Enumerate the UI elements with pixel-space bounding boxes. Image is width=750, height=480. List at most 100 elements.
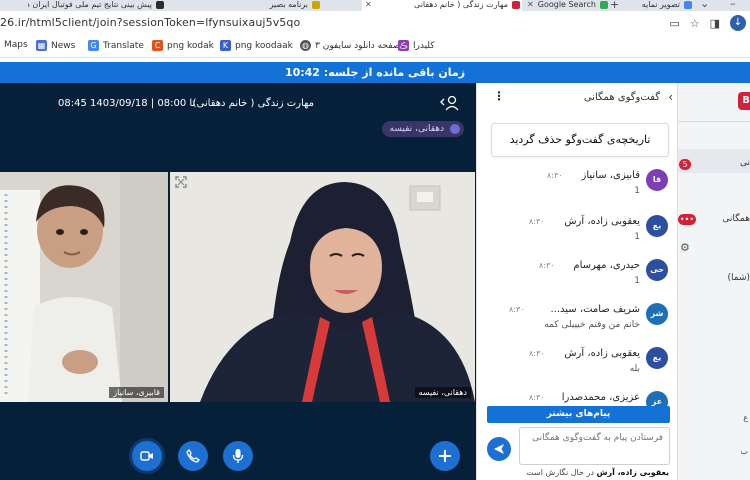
video-tile-presenter[interactable]: دهقانی، نفیسه <box>170 172 475 402</box>
bookmark-maps[interactable]: Maps <box>4 40 28 50</box>
cast-icon[interactable]: ▭ <box>669 17 679 30</box>
message-sender: یعقوبی زاده، آرش <box>564 216 640 227</box>
browser-tab[interactable]: تصویر نمایه <box>618 0 694 11</box>
gear-icon[interactable]: ⚙ <box>680 241 690 254</box>
chat-message-input[interactable] <box>519 427 670 465</box>
chat-message: حی حیدری، مهرسام ۸:۳۰ 1 <box>477 257 678 303</box>
video-tile-student[interactable]: قابیزی، سانیاز <box>0 172 168 402</box>
users-panel: B 5 نی ••• همگانی ⚙ (شما) ع ب <box>677 83 750 480</box>
presenter-chip[interactable]: دهقانی، نفیسه <box>381 121 464 137</box>
camera-toggle-button[interactable] <box>132 441 162 471</box>
news-icon: ▦ <box>36 40 47 51</box>
tab-favicon-icon <box>684 1 692 9</box>
student-video-frame <box>0 172 168 402</box>
bookmark-star-icon[interactable]: ☆ <box>690 17 700 30</box>
session-timer-bar: زمان باقی مانده از جلسه: 10:42 <box>0 62 750 83</box>
profile-avatar-icon[interactable]: ↓ <box>730 15 746 31</box>
tab-favicon-icon <box>312 1 320 9</box>
tile-name-label: قابیزی، سانیاز <box>109 387 164 398</box>
avatar: یع <box>646 215 668 237</box>
message-sender: شریف صامت، سید... <box>550 304 640 315</box>
app-logo-icon: B <box>738 92 750 110</box>
session-title: مهارت زندگی ( خانم دهقانی) <box>192 98 314 109</box>
close-tab-icon[interactable]: ✕ <box>527 0 534 9</box>
keyboard-icon: ڪ <box>398 40 409 51</box>
tab-favicon-icon <box>512 1 520 9</box>
presenter-avatar-icon <box>450 124 460 134</box>
browser-tab[interactable]: برنامه بصیر <box>194 0 322 11</box>
divider <box>678 121 750 122</box>
browser-tab[interactable]: ✕ Google Search <box>524 0 610 11</box>
session-header: 08:45 تا 08:00 | 1403/09/18 مهارت زندگی … <box>0 83 476 123</box>
message-time: ۸:۳۰ <box>529 393 545 402</box>
tile-name-label: دهقانی، نفیسه <box>414 387 471 398</box>
audio-join-button[interactable] <box>178 441 208 471</box>
extensions-icon[interactable]: ◨ <box>710 17 720 30</box>
user-list-entry-icon: ب <box>740 447 748 456</box>
chat-message: قا قابیزی، سانیاز ۸:۳۰ 1 <box>477 167 678 213</box>
message-sender: یعقوبی زاده، آرش <box>564 348 640 359</box>
bookmark-news[interactable]: ▦ News <box>36 40 75 51</box>
message-body: 1 <box>634 186 640 196</box>
message-body: 1 <box>634 232 640 242</box>
address-bar-actions: ▭ ☆ ◨ ↓ <box>669 15 750 31</box>
avatar: عز <box>646 391 668 407</box>
avatar: حی <box>646 259 668 281</box>
tab-search-icon[interactable]: ⌄ <box>700 0 709 10</box>
url-text[interactable]: 26.ir/html5client/join?sessionToken=lfyn… <box>0 16 300 29</box>
bookmark-png-koodaak[interactable]: Kpng koodaak <box>220 40 293 51</box>
send-message-button[interactable] <box>487 437 511 461</box>
kodak-icon: C <box>152 40 163 51</box>
browser-tab-strip: پیش بینی نتایج تیم ملی فوتبال ایران در ب… <box>0 0 750 11</box>
bookmark-png-kodak[interactable]: Cpng kodak <box>152 40 214 51</box>
chat-cleared-notice: تاریخچه‌ی گفت‌وگو حذف گردید <box>491 123 669 157</box>
microphone-icon <box>232 449 244 463</box>
message-time: ۸:۳۰ <box>547 171 563 180</box>
phone-icon <box>186 449 200 463</box>
browser-tab[interactable]: پیش بینی نتایج تیم ملی فوتبال ایران در <box>28 0 166 11</box>
chat-options-icon[interactable]: ⋮ <box>493 89 505 103</box>
message-body: خانم من وقتم خیییلی کمه <box>544 320 640 330</box>
browser-tab-active[interactable]: ✕ مهارت زندگی ( خانم دهقانی <box>362 0 522 11</box>
message-sender: عزیزی، محمدصدرا <box>561 392 640 403</box>
avatar: قا <box>646 169 668 191</box>
message-time: ۸:۳۰ <box>529 349 545 358</box>
sidebar-item-current-user[interactable]: (شما) <box>727 273 750 283</box>
sidebar-item-label: نی <box>739 158 750 168</box>
chevron-left-icon[interactable]: ‹ <box>668 90 673 104</box>
microphone-toggle-button[interactable] <box>223 441 253 471</box>
message-time: ۸:۳۰ <box>529 217 545 226</box>
avatar: شر <box>646 303 668 325</box>
status-badge: ••• <box>678 214 696 225</box>
avatar: یع <box>646 347 668 369</box>
user-list-entry-icon: ع <box>743 413 748 422</box>
bookmarks-bar: Maps ▦ News G Translate Cpng kodak Kpng ko… <box>0 36 750 58</box>
message-time: ۸:۳۰ <box>509 305 525 314</box>
tab-favicon-icon <box>156 1 164 9</box>
public-chat-panel: ⋮ گفت‌وگوی همگانی ‹ تاریخچه‌ی گفت‌وگو حذ… <box>476 83 677 480</box>
typing-indicator: یعقوبی زاده، آرش در حال نگارش است <box>526 468 669 477</box>
address-bar[interactable]: 26.ir/html5client/join?sessionToken=lfyn… <box>0 11 750 36</box>
chat-header: ⋮ گفت‌وگوی همگانی ‹ <box>477 83 678 113</box>
chat-message: یع یعقوبی زاده، آرش ۸:۳۰ بله <box>477 345 678 391</box>
actions-menu-button[interactable] <box>430 441 460 471</box>
sidebar-item-shared-notes[interactable]: همگانی <box>722 214 750 224</box>
presenter-video-frame <box>170 172 475 402</box>
translate-icon: G <box>88 40 99 51</box>
message-sender: حیدری، مهرسام <box>573 260 640 271</box>
koodaak-icon: K <box>220 40 231 51</box>
close-tab-icon[interactable]: ✕ <box>365 0 372 9</box>
minimize-window-icon[interactable]: – <box>730 0 736 10</box>
bookmark-psiphon[interactable]: ◍ صفحه دانلود سایفون ۳ <box>300 40 401 51</box>
video-camera-icon <box>140 451 153 461</box>
expand-icon[interactable] <box>174 175 188 189</box>
chat-title: گفت‌وگوی همگانی <box>583 92 660 103</box>
message-sender: قابیزی، سانیاز <box>581 170 640 181</box>
globe-icon: ◍ <box>300 40 311 51</box>
session-time: 08:45 تا 08:00 | 1403/09/18 <box>58 98 196 109</box>
bookmark-translate[interactable]: G Translate <box>88 40 144 51</box>
bookmark-keyboard[interactable]: ڪ کلیدرا <box>398 40 435 51</box>
users-toggle-icon[interactable] <box>440 95 460 111</box>
unread-count-badge: 5 <box>679 159 691 170</box>
more-messages-button[interactable]: پیام‌های بیشتر <box>487 406 670 423</box>
